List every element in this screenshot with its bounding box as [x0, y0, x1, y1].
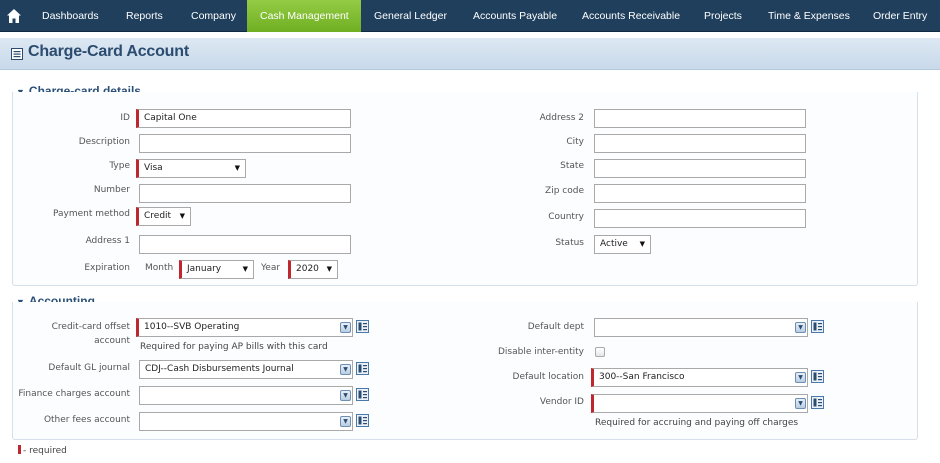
other-fees-input[interactable]	[139, 412, 353, 431]
year-select[interactable]: 2020 ▼	[288, 260, 338, 279]
year-value: 2020	[296, 264, 319, 274]
country-input[interactable]	[594, 209, 806, 228]
home-icon[interactable]	[6, 8, 22, 24]
combo-dropdown-icon[interactable]: ▼	[340, 364, 351, 375]
status-value: Active	[600, 239, 628, 249]
combo-dropdown-icon[interactable]: ▼	[340, 416, 351, 427]
title-bar: Charge-Card Account	[0, 38, 940, 70]
vendor-id-hint: Required for accruing and paying off cha…	[595, 418, 799, 428]
dropdown-arrow-icon: ▼	[234, 164, 240, 172]
dropdown-arrow-icon: ▼	[639, 240, 645, 248]
finance-charges-label: Finance charges account	[18, 389, 130, 399]
expiration-label: Expiration	[84, 263, 130, 273]
status-label: Status	[555, 238, 584, 248]
details-icon[interactable]	[356, 388, 369, 401]
vendor-id-input[interactable]	[591, 394, 808, 413]
payment-method-value: Credit	[144, 211, 172, 221]
nav-accounts-payable[interactable]: Accounts Payable	[467, 0, 563, 32]
disable-inter-entity-label: Disable inter-entity	[497, 347, 584, 357]
default-location-label: Default location	[512, 372, 584, 382]
city-label: City	[566, 137, 584, 147]
gl-journal-input[interactable]: CDJ--Cash Disbursements Journal	[139, 360, 353, 379]
zip-input[interactable]	[594, 184, 806, 203]
description-input[interactable]	[139, 134, 351, 153]
state-input[interactable]	[594, 159, 806, 178]
description-label: Description	[78, 137, 130, 147]
number-label: Number	[93, 185, 130, 195]
dropdown-arrow-icon: ▼	[242, 265, 248, 273]
combo-dropdown-icon[interactable]: ▼	[795, 372, 806, 383]
month-label: Month	[145, 263, 174, 273]
default-location-input[interactable]: 300--San Francisco	[591, 368, 808, 387]
details-icon[interactable]	[356, 362, 369, 375]
page-title: Charge-Card Account	[28, 43, 189, 60]
offset-account-hint: Required for paying AP bills with this c…	[140, 342, 328, 352]
number-input[interactable]	[139, 184, 351, 203]
nav-time-expenses[interactable]: Time & Expenses	[762, 0, 856, 32]
status-select[interactable]: Active ▼	[594, 235, 651, 254]
address2-label: Address 2	[539, 113, 584, 123]
type-label: Type	[109, 161, 130, 171]
payment-method-label: Payment method	[52, 209, 130, 219]
id-input[interactable]: Capital One	[136, 109, 351, 128]
offset-account-input[interactable]: 1010--SVB Operating	[136, 318, 353, 337]
address1-label: Address 1	[85, 236, 130, 246]
required-marker	[18, 445, 21, 454]
zip-label: Zip code	[545, 186, 584, 196]
details-icon[interactable]	[811, 396, 824, 409]
offset-account-label-line1: Credit-card offset	[51, 322, 130, 332]
offset-account-label: Credit-card offset account	[10, 320, 130, 348]
combo-dropdown-icon[interactable]: ▼	[340, 322, 351, 333]
details-icon[interactable]	[811, 320, 824, 333]
month-select[interactable]: January ▼	[179, 260, 254, 279]
list-icon	[11, 48, 23, 60]
required-legend-text: - required	[23, 446, 67, 456]
country-label: Country	[548, 212, 584, 222]
offset-account-label-line2: account	[94, 336, 130, 346]
finance-charges-input[interactable]	[139, 386, 353, 405]
nav-accounts-receivable[interactable]: Accounts Receivable	[576, 0, 686, 32]
state-label: State	[560, 161, 584, 171]
vendor-id-label: Vendor ID	[539, 397, 584, 407]
month-value: January	[187, 264, 222, 274]
nav-projects[interactable]: Projects	[698, 0, 748, 32]
combo-dropdown-icon[interactable]: ▼	[795, 398, 806, 409]
city-input[interactable]	[594, 134, 806, 153]
payment-method-select[interactable]: Credit ▼	[136, 207, 191, 226]
other-fees-label: Other fees account	[43, 415, 130, 425]
default-dept-input[interactable]	[594, 318, 808, 337]
nav-company[interactable]: Company	[185, 0, 242, 32]
details-icon[interactable]	[356, 320, 369, 333]
details-icon[interactable]	[811, 370, 824, 383]
disable-inter-entity-checkbox[interactable]	[595, 347, 605, 357]
required-legend: - required	[18, 445, 67, 456]
nav-dashboards[interactable]: Dashboards	[36, 0, 105, 32]
nav-reports[interactable]: Reports	[120, 0, 169, 32]
nav-order-entry[interactable]: Order Entry	[867, 0, 933, 32]
top-nav: Dashboards Reports Company Cash Manageme…	[0, 0, 940, 32]
year-label: Year	[261, 263, 281, 273]
address2-input[interactable]	[594, 109, 806, 128]
default-dept-label: Default dept	[527, 322, 584, 332]
type-select[interactable]: Visa ▼	[136, 159, 246, 178]
nav-general-ledger[interactable]: General Ledger	[368, 0, 453, 32]
id-label: ID	[120, 113, 130, 123]
type-value: Visa	[144, 163, 163, 173]
details-icon[interactable]	[356, 414, 369, 427]
dropdown-arrow-icon: ▼	[326, 265, 332, 273]
gl-journal-label: Default GL journal	[48, 363, 130, 373]
nav-cash-management[interactable]: Cash Management	[247, 0, 361, 32]
combo-dropdown-icon[interactable]: ▼	[795, 322, 806, 333]
address1-input[interactable]	[139, 235, 351, 254]
dropdown-arrow-icon: ▼	[179, 212, 185, 220]
combo-dropdown-icon[interactable]: ▼	[340, 390, 351, 401]
